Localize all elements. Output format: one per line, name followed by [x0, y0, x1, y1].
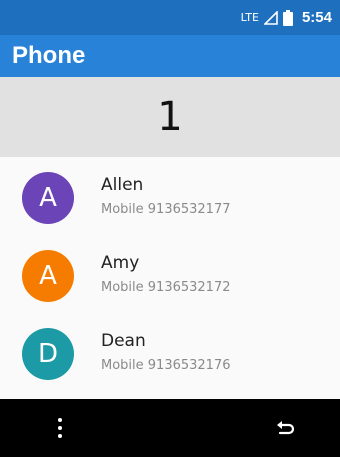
clock: 5:54: [301, 9, 332, 26]
contact-item-amy[interactable]: A Amy Mobile 9136532172: [0, 235, 340, 313]
contact-number: Mobile 9136532177: [101, 202, 231, 217]
contact-name: Allen: [101, 175, 144, 195]
page-title: Phone: [12, 42, 86, 69]
contact-item-dean[interactable]: D Dean Mobile 9136532176: [0, 313, 340, 391]
contact-suggestions-list: A Allen Mobile 9136532177 A Amy Mobile 9…: [0, 157, 340, 399]
more-vert-icon[interactable]: [50, 414, 70, 442]
contact-avatar: D: [22, 328, 74, 380]
dialed-number-display: 1: [0, 77, 340, 157]
network-type: LTE: [240, 11, 259, 24]
back-icon[interactable]: [274, 416, 298, 440]
navigation-bar: [0, 399, 340, 457]
dialed-digits[interactable]: 1: [157, 94, 182, 140]
contact-name: Amy: [101, 253, 140, 273]
contact-avatar: A: [22, 250, 74, 302]
contact-avatar: A: [22, 172, 74, 224]
battery-icon: [282, 9, 293, 26]
contact-number: Mobile 9136532172: [101, 280, 231, 295]
status-bar: LTE 5:54: [0, 0, 340, 35]
signal-icon: [263, 10, 278, 25]
app-bar: Phone: [0, 35, 340, 77]
contact-name: Dean: [101, 331, 146, 351]
contact-number: Mobile 9136532176: [101, 358, 231, 373]
contact-item-allen[interactable]: A Allen Mobile 9136532177: [0, 157, 340, 235]
